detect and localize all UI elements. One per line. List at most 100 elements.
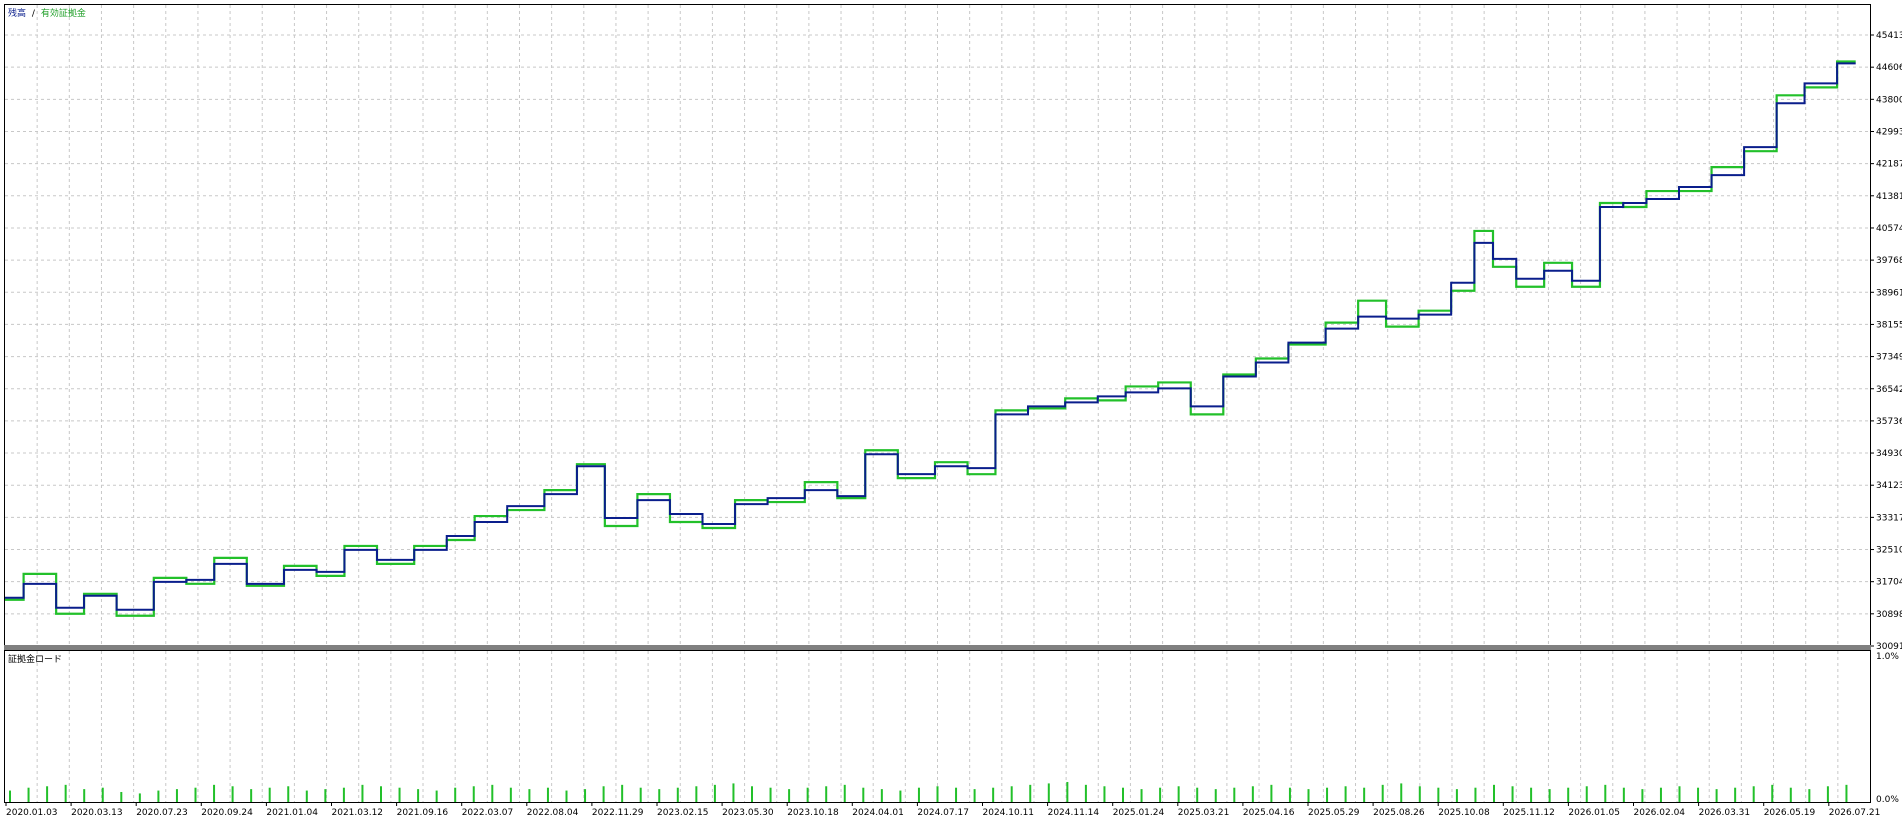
margin-load-bar <box>398 787 401 802</box>
margin-load-bar <box>231 786 234 802</box>
x-tick-label: 2023.02.15 <box>657 808 709 818</box>
sub-y-top-label: 1.0% <box>1876 652 1899 662</box>
margin-load-bar <box>1196 787 1199 802</box>
margin-load-bar <box>27 787 30 802</box>
margin-load-bar <box>1084 784 1087 802</box>
margin-load-bar <box>268 787 271 802</box>
y-tick-label: 30091 <box>1876 642 1902 652</box>
panel-separator <box>4 645 1871 650</box>
x-tick-label: 2026.03.31 <box>1699 808 1751 818</box>
x-tick-label: 2024.07.17 <box>917 808 969 818</box>
margin-load-bar <box>83 789 86 802</box>
y-tick-label: 31704 <box>1876 578 1902 588</box>
y-tick-label: 43800 <box>1876 95 1902 105</box>
margin-load-bar <box>602 786 605 802</box>
margin-load-bar <box>1604 784 1607 802</box>
margin-load-bar <box>194 787 197 802</box>
x-tick-label: 2025.10.08 <box>1438 808 1490 818</box>
y-tick-label: 42187 <box>1876 160 1902 170</box>
margin-load-bar <box>1029 784 1032 802</box>
x-tick-label: 2025.01.24 <box>1113 808 1165 818</box>
y-tick-label: 41381 <box>1876 192 1902 202</box>
x-tick-label: 2022.03.07 <box>462 808 514 818</box>
margin-load-bar <box>1400 783 1403 802</box>
x-tick-label: 2026.05.19 <box>1764 808 1816 818</box>
x-tick-label: 2022.08.04 <box>527 808 579 818</box>
margin-load-bar <box>1548 789 1551 802</box>
y-tick-label: 35736 <box>1876 417 1902 427</box>
margin-load-bar <box>1715 789 1718 802</box>
y-axis-main: 45413 44606 43800 42993 42187 41381 40574 39768… <box>1870 31 1902 652</box>
margin-load-bar <box>862 787 865 802</box>
margin-load-bar <box>528 789 531 802</box>
margin-load-bar <box>1326 787 1329 802</box>
margin-load-bar <box>713 784 716 802</box>
margin-load-bar <box>1474 787 1477 802</box>
margin-load-bar <box>101 787 104 802</box>
x-tick-label: 2025.03.21 <box>1178 808 1230 818</box>
x-tick-label: 2021.09.16 <box>397 808 449 818</box>
margin-load-bar <box>1270 784 1273 802</box>
margin-load-bar <box>305 790 308 802</box>
margin-load-bar <box>1381 784 1384 802</box>
margin-load-bar <box>509 787 512 802</box>
margin-load-bar <box>417 789 420 802</box>
margin-load-bar <box>1214 789 1217 802</box>
y-tick-label: 32510 <box>1876 546 1902 556</box>
margin-load-bar <box>1659 787 1662 802</box>
margin-load-bar <box>435 790 438 802</box>
margin-load-bar <box>1493 784 1495 802</box>
x-tick-label: 2026.02.04 <box>1634 808 1686 818</box>
margin-load-bar <box>769 787 772 802</box>
margin-load-bar <box>1567 787 1570 802</box>
margin-load-bar <box>361 784 364 802</box>
x-tick-label: 2021.03.12 <box>332 808 384 818</box>
margin-load-bar <box>1789 787 1792 802</box>
margin-load-bar <box>546 787 549 802</box>
margin-load-bar <box>138 793 141 802</box>
x-tick-label: 2020.01.03 <box>6 808 58 818</box>
margin-load-bar <box>1344 786 1347 802</box>
margin-load-bar <box>1678 786 1681 802</box>
x-tick-label: 2024.10.11 <box>983 808 1035 818</box>
margin-load-bar <box>788 789 791 802</box>
margin-load-bar <box>380 786 382 802</box>
chart-svg: 45413 44606 43800 42993 42187 41381 40574 39768… <box>4 4 1902 818</box>
margin-load-bar <box>1734 787 1737 802</box>
margin-load-bar <box>1307 789 1310 802</box>
sub-y-bottom-label: 0.0% <box>1876 795 1899 805</box>
margin-load-bar <box>1159 787 1162 802</box>
x-tick-label: 2023.10.18 <box>787 808 839 818</box>
legend-separator: / <box>32 9 36 19</box>
margin-load-bar <box>1511 786 1514 802</box>
margin-load-bar <box>1103 786 1106 802</box>
x-tick-label: 2020.03.13 <box>71 808 123 818</box>
margin-load-bar <box>1122 787 1124 802</box>
margin-load-bar <box>1140 789 1143 802</box>
margin-load-bar <box>1845 784 1848 802</box>
margin-load-bar <box>899 790 902 802</box>
x-tick-label: 2020.09.24 <box>201 808 253 818</box>
margin-load-bar <box>454 787 457 802</box>
margin-load-bar <box>1010 786 1013 802</box>
margin-load-bar <box>1826 786 1829 802</box>
y-tick-label: 38155 <box>1876 320 1902 330</box>
margin-load-bar <box>472 786 475 802</box>
margin-load-bar <box>658 789 661 802</box>
margin-load-bar <box>324 789 327 802</box>
margin-load-bar <box>584 789 587 802</box>
margin-load-bar <box>1530 787 1533 802</box>
y-tick-label: 44606 <box>1876 63 1902 73</box>
margin-load-bar <box>1233 787 1236 802</box>
x-tick-label: 2022.11.29 <box>592 808 644 818</box>
margin-load-bar <box>695 786 698 802</box>
margin-load-bar <box>1585 786 1588 802</box>
margin-load-bar <box>806 787 809 802</box>
margin-load-bar <box>843 784 846 802</box>
x-tick-label: 2024.04.01 <box>852 808 904 818</box>
y-tick-label: 39768 <box>1876 256 1902 266</box>
margin-load-bar <box>9 790 11 802</box>
margin-load-bar <box>639 787 642 802</box>
margin-load-bar <box>1641 789 1644 802</box>
margin-load-bar <box>973 789 976 802</box>
